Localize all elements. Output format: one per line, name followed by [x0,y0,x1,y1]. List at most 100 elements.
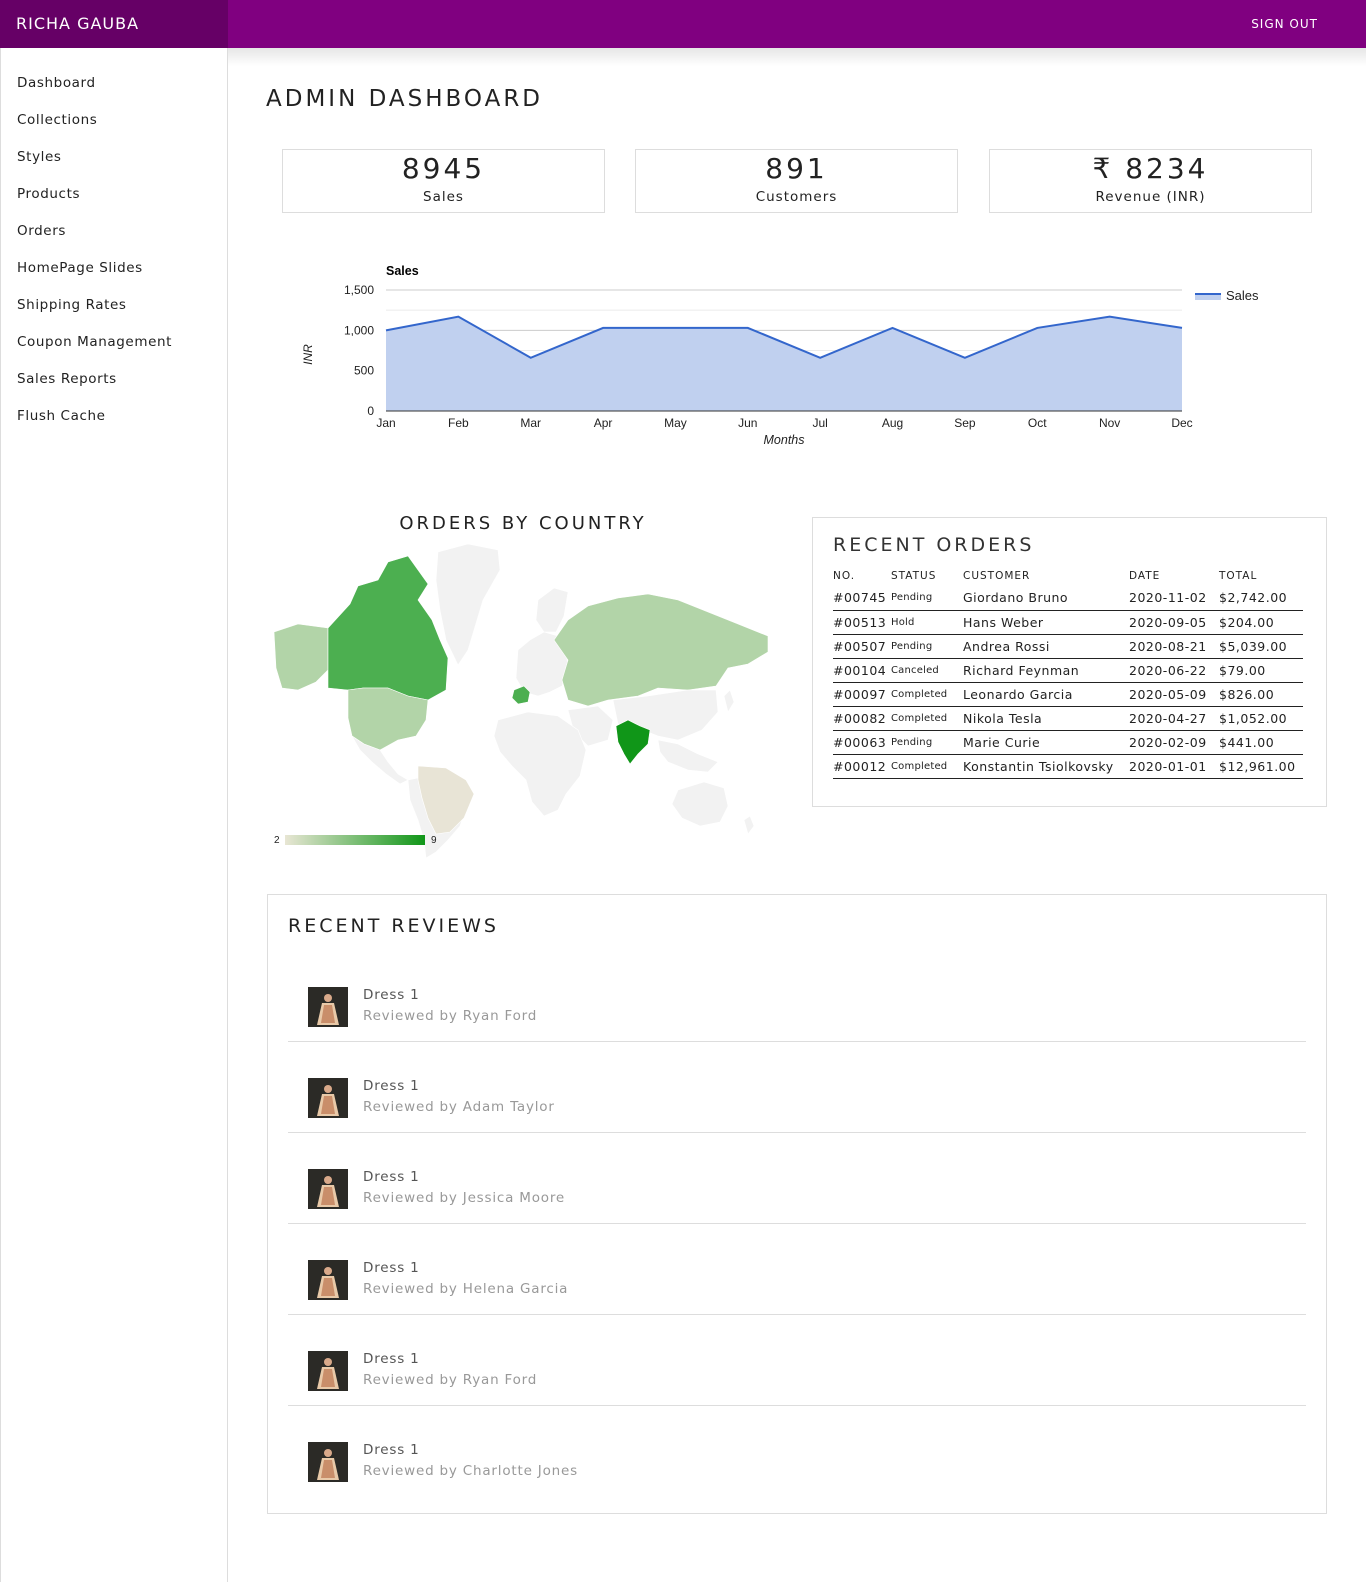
order-status: Completed [891,682,963,707]
y-axis-label: INR [301,344,315,365]
review-product-name[interactable]: Dress 1 [363,1169,420,1185]
review-item[interactable]: Dress 1 Reviewed by Helena Garcia [288,1224,1306,1315]
table-row[interactable]: #00104 Canceled Richard Feynman 2020-06-… [833,658,1303,683]
x-tick-label: Oct [1028,416,1047,430]
review-product-name[interactable]: Dress 1 [363,1351,420,1367]
x-tick-label: Mar [520,416,541,430]
order-date: 2020-11-02 [1129,586,1219,611]
order-date: 2020-06-22 [1129,658,1219,683]
order-customer: Konstantin Tsiolkovsky [963,754,1129,779]
table-row[interactable]: #00012 Completed Konstantin Tsiolkovsky … [833,754,1303,779]
stat-label: Customers [755,189,838,205]
order-status: Completed [891,706,963,731]
stat-value: 891 [765,152,828,185]
sidebar-item-coupon-management[interactable]: Coupon Management [1,327,227,364]
table-row[interactable]: #00507 Pending Andrea Rossi 2020-08-21 $… [833,634,1303,659]
order-number: #00745 [833,586,891,611]
stat-value: 8945 [401,152,486,185]
review-product-name[interactable]: Dress 1 [363,1260,420,1276]
data-point [601,326,605,330]
order-status: Pending [891,730,963,755]
sidebar-item-dashboard[interactable]: Dashboard [1,68,227,105]
review-author: Reviewed by Ryan Ford [363,1372,538,1388]
review-item[interactable]: Dress 1 Reviewed by Ryan Ford [288,951,1306,1042]
data-point [891,326,895,330]
column-header-status: STATUS [891,570,937,582]
review-product-name[interactable]: Dress 1 [363,1078,420,1094]
table-row[interactable]: #00097 Completed Leonardo Garcia 2020-05… [833,682,1303,707]
review-item[interactable]: Dress 1 Reviewed by Ryan Ford [288,1315,1306,1406]
x-tick-label: Sep [954,416,976,430]
product-thumbnail [308,1351,348,1391]
data-point [456,315,460,319]
column-header-date: DATE [1129,570,1161,582]
review-product-name[interactable]: Dress 1 [363,987,420,1003]
sidebar-item-products[interactable]: Products [1,179,227,216]
map-region-russia [553,593,769,707]
x-tick-label: Apr [594,416,613,430]
review-item[interactable]: Dress 1 Reviewed by Charlotte Jones [288,1406,1306,1497]
sidebar-item-shipping-rates[interactable]: Shipping Rates [1,290,227,327]
x-tick-label: Aug [882,416,903,430]
chart-title: Sales [386,264,419,278]
sidebar-item-homepage-slides[interactable]: HomePage Slides [1,253,227,290]
table-row[interactable]: #00063 Pending Marie Curie 2020-02-09 $4… [833,730,1303,755]
order-date: 2020-05-09 [1129,682,1219,707]
order-number: #00507 [833,634,891,659]
order-customer: Hans Weber [963,610,1129,635]
review-product-name[interactable]: Dress 1 [363,1442,420,1458]
sidebar-item-collections[interactable]: Collections [1,105,227,142]
sidebar-item-orders[interactable]: Orders [1,216,227,253]
recent-reviews-card: RECENT REVIEWS Dress 1 Reviewed by Ryan … [267,894,1327,1514]
map-title: ORDERS BY COUNTRY [399,513,647,534]
data-point [1035,326,1039,330]
sidebar-item-styles[interactable]: Styles [1,142,227,179]
sign-out-button[interactable]: SIGN OUT [1251,0,1318,48]
order-total: $441.00 [1219,730,1303,755]
product-thumbnail [308,987,348,1027]
sidebar-item-flush-cache[interactable]: Flush Cache [1,401,227,438]
data-point [1180,326,1184,330]
recent-orders-table: NO. STATUS CUSTOMER DATE TOTAL #00745 Pe… [833,570,1303,779]
review-item[interactable]: Dress 1 Reviewed by Adam Taylor [288,1042,1306,1133]
review-item[interactable]: Dress 1 Reviewed by Jessica Moore [288,1133,1306,1224]
map-legend-gradient [285,835,425,845]
column-header-customer: CUSTOMER [963,570,1031,582]
table-row[interactable]: #00513 Hold Hans Weber 2020-09-05 $204.0… [833,610,1303,635]
order-total: $79.00 [1219,658,1303,683]
top-bar: RICHA GAUBA SIGN OUT [0,0,1366,48]
map-region-usa [347,687,429,751]
review-author: Reviewed by Helena Garcia [363,1281,569,1297]
table-row[interactable]: #00745 Pending Giordano Bruno 2020-11-02… [833,586,1303,611]
data-point [963,356,967,360]
data-point [1108,315,1112,319]
product-thumbnail [308,1078,348,1118]
table-header-row: NO. STATUS CUSTOMER DATE TOTAL [833,570,1303,586]
x-tick-label: Feb [448,416,469,430]
order-customer: Nikola Tesla [963,706,1129,731]
brand-title[interactable]: RICHA GAUBA [0,0,228,48]
data-point [673,326,677,330]
table-row[interactable]: #00082 Completed Nikola Tesla 2020-04-27… [833,706,1303,731]
map-region-japan [723,689,735,713]
order-status: Pending [891,634,963,659]
order-customer: Marie Curie [963,730,1129,755]
stat-label: Revenue (INR) [1095,189,1206,205]
order-date: 2020-08-21 [1129,634,1219,659]
x-tick-label: May [664,416,687,430]
legend-label-sales: Sales [1226,288,1259,303]
map-region-alaska [273,623,329,691]
data-point [746,326,750,330]
x-axis-label: Months [764,433,805,447]
y-tick-label: 1,000 [344,323,374,337]
order-total: $2,742.00 [1219,586,1303,611]
sidebar-item-sales-reports[interactable]: Sales Reports [1,364,227,401]
x-tick-label: Nov [1099,416,1120,430]
sales-chart: 0 500 1,000 1,500 Jan Feb Mar Apr May Jun Jul Aug Se… [280,258,1320,458]
y-tick-label: 1,500 [344,283,374,297]
data-point [384,328,388,332]
order-total: $204.00 [1219,610,1303,635]
map-region-canada [327,555,449,701]
world-map: 2 9 [273,543,769,859]
order-date: 2020-04-27 [1129,706,1219,731]
